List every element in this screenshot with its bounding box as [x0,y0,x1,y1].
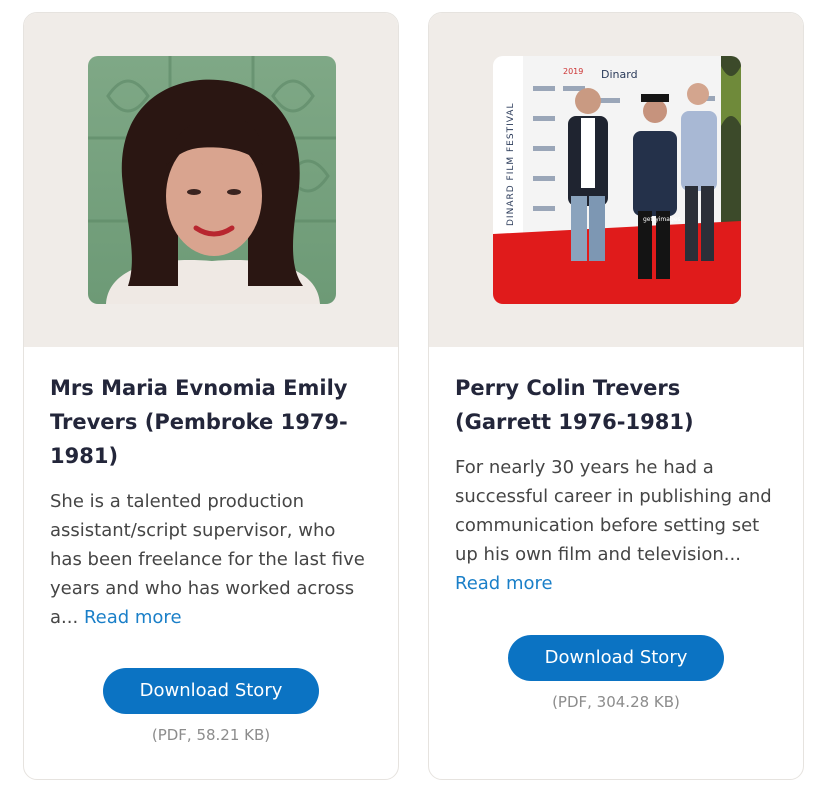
photo-area: DINARD FILM FESTIVAL Dinard 2019 gettyim… [429,13,803,347]
read-more-link[interactable]: Read more [455,573,553,594]
person-name: Perry Colin Trevers (Garrett 1976-1981) [455,376,694,434]
story-excerpt: For nearly 30 years he had a successful … [455,453,777,598]
excerpt-text: For nearly 30 years he had a successful … [455,457,772,565]
file-info: (PDF, 304.28 KB) [552,693,680,711]
portrait-image [88,56,336,304]
story-card: Mrs Maria Evnomia Emily Trevers (Pembrok… [23,12,399,780]
dinard-brand-text: Dinard [601,68,638,81]
story-excerpt: She is a talented production assistant/s… [50,487,372,632]
card-body: Perry Colin Trevers (Garrett 1976-1981) … [429,347,803,711]
card-body: Mrs Maria Evnomia Emily Trevers (Pembrok… [24,347,398,744]
download-area: Download Story [50,668,372,714]
red-carpet-image: DINARD FILM FESTIVAL Dinard 2019 gettyim… [493,56,741,304]
watermark-text: gettyimages [643,216,681,223]
file-info: (PDF, 58.21 KB) [151,726,271,744]
portrait-photo [88,56,336,304]
red-carpet-photo: DINARD FILM FESTIVAL Dinard 2019 gettyim… [493,56,741,304]
download-story-button[interactable]: Download Story [103,668,319,714]
year-text: 2019 [563,67,583,76]
read-more-link[interactable]: Read more [84,607,182,628]
person-name: Mrs Maria Evnomia Emily Trevers (Pembrok… [50,376,348,468]
download-area: Download Story [455,635,777,681]
story-card: DINARD FILM FESTIVAL Dinard 2019 gettyim… [428,12,804,780]
festival-banner-text: DINARD FILM FESTIVAL [506,103,516,226]
download-story-button[interactable]: Download Story [508,635,724,681]
photo-area [24,13,398,347]
